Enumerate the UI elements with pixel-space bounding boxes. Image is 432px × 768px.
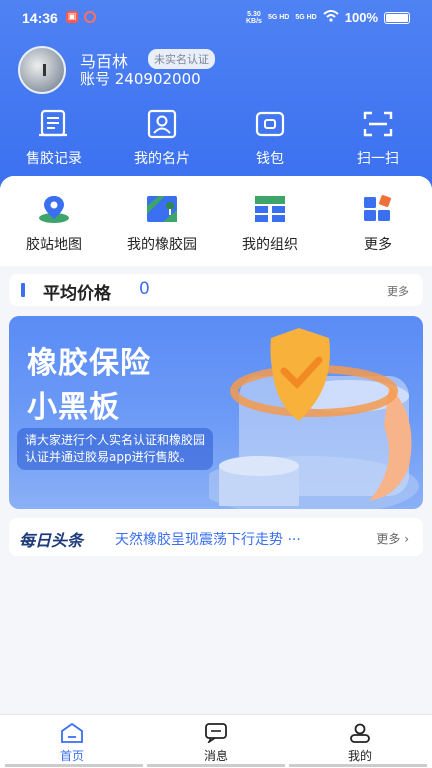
- main-content: 胶站地图 我的橡胶园 我的组织 更多 平均价格 0 更多 橡胶保险 小黑板 请大…: [0, 176, 432, 716]
- grid-my-organization[interactable]: 我的组织: [216, 176, 324, 266]
- sync-notification-icon: [84, 11, 96, 23]
- news-brand: 每日头条: [19, 531, 84, 550]
- map-pin-icon: [37, 194, 71, 224]
- grid-my-plantation[interactable]: 我的橡胶园: [108, 176, 216, 266]
- grid-more-label: 更多: [364, 237, 392, 253]
- quick-wallet-label: 钱包: [256, 151, 284, 167]
- status-bar: 14:36 ▣ 5.30 KB/s 5G HD 5G HD 100%: [0, 8, 432, 30]
- tab-mine-label: 我的: [347, 749, 372, 763]
- news-more-link[interactable]: 更多 ›: [376, 530, 409, 547]
- price-more-link[interactable]: 更多: [387, 283, 409, 299]
- account-number: 账号 240902000: [80, 70, 201, 88]
- section-accent-bar: [21, 283, 25, 297]
- status-time: 14:36: [22, 10, 58, 26]
- banner-title-line2: 小黑板: [27, 390, 120, 425]
- feature-grid: 胶站地图 我的橡胶园 我的组织 更多: [0, 176, 432, 266]
- banner-note: 请大家进行个人实名认证和橡胶园认证并通过胶易app进行售胶。: [17, 428, 213, 470]
- grid-my-plantation-label: 我的橡胶园: [127, 237, 197, 253]
- grid-more[interactable]: 更多: [324, 176, 432, 266]
- avatar[interactable]: [18, 46, 66, 94]
- message-icon: [205, 723, 227, 743]
- tab-home-label: 首页: [59, 749, 84, 763]
- tab-mine[interactable]: 我的: [288, 715, 432, 768]
- net-speed-unit: KB/s: [245, 17, 262, 25]
- shield-illustration: [209, 328, 419, 509]
- wifi-icon: [323, 10, 339, 25]
- grid-station-map[interactable]: 胶站地图: [0, 176, 108, 266]
- document-list-icon: [36, 108, 72, 140]
- signal-2-icon: 5G HD: [295, 14, 317, 21]
- net-speed-value: 5.30: [247, 10, 261, 18]
- network-speed: 5.30 KB/s: [246, 11, 262, 25]
- verification-badge[interactable]: 未实名认证: [148, 49, 215, 69]
- tab-home[interactable]: 首页: [0, 715, 144, 768]
- scan-icon: [360, 108, 396, 140]
- grid-station-map-label: 胶站地图: [26, 237, 82, 253]
- quick-scan-label: 扫一扫: [357, 151, 399, 167]
- header-panel: 14:36 ▣ 5.30 KB/s 5G HD 5G HD 100% 马百林 未…: [0, 0, 432, 200]
- battery-percent: 100%: [344, 10, 378, 25]
- tab-messages-label: 消息: [203, 749, 228, 763]
- user-icon: [350, 723, 370, 743]
- quick-sale-records[interactable]: 售胶记录: [0, 108, 108, 168]
- organization-icon: [253, 194, 287, 224]
- app-notification-icon: ▣: [66, 11, 78, 23]
- signal-1-icon: 5G HD: [267, 14, 290, 21]
- bottom-tab-bar: 首页 消息 我的: [0, 714, 432, 768]
- home-icon: [61, 723, 83, 743]
- quick-scan[interactable]: 扫一扫: [324, 108, 432, 168]
- battery-icon: [384, 11, 410, 24]
- quick-my-card[interactable]: 我的名片: [108, 108, 216, 168]
- banner-title-line1: 橡胶保险: [27, 346, 151, 381]
- wallet-icon: [252, 108, 288, 140]
- plantation-map-icon: [145, 194, 179, 224]
- insurance-banner[interactable]: 橡胶保险 小黑板 请大家进行个人实名认证和橡胶园认证并通过胶易app进行售胶。: [9, 316, 423, 509]
- average-price-label: 平均价格: [43, 284, 111, 304]
- average-price-value: 0: [139, 279, 150, 299]
- quick-actions: 售胶记录 我的名片 钱包 扫一扫: [0, 108, 432, 168]
- apps-grid-icon: [361, 194, 395, 224]
- quick-my-card-label: 我的名片: [134, 151, 190, 167]
- quick-sale-records-label: 售胶记录: [26, 151, 82, 167]
- daily-news-row[interactable]: 每日头条 天然橡胶呈现震荡下行走势 ··· 更多 ›: [9, 518, 423, 556]
- quick-wallet[interactable]: 钱包: [216, 108, 324, 168]
- id-card-icon: [144, 108, 180, 140]
- grid-my-organization-label: 我的组织: [242, 237, 298, 253]
- average-price-row[interactable]: 平均价格 0 更多: [9, 274, 423, 306]
- news-headline[interactable]: 天然橡胶呈现震荡下行走势 ···: [115, 529, 301, 549]
- tab-messages[interactable]: 消息: [144, 715, 288, 768]
- system-nav-bar: [0, 764, 432, 768]
